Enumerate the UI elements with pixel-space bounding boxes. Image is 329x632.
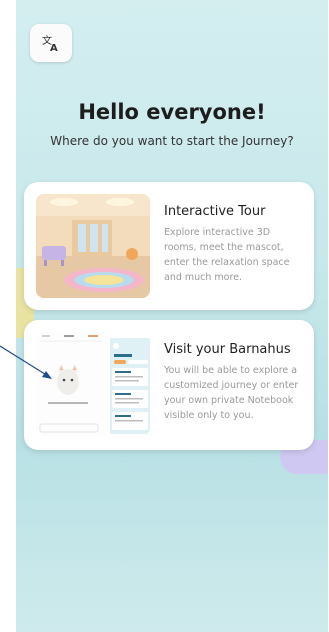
page-subtitle: Where do you want to start the Journey?	[50, 134, 294, 148]
language-button[interactable]: 文 A	[30, 24, 72, 62]
card-title: Visit your Barnahus	[164, 342, 291, 357]
interactive-tour-card[interactable]: Interactive Tour Explore interactive 3D …	[24, 182, 314, 310]
translate-icon: 文 A	[42, 34, 58, 53]
card-description: Explore interactive 3D rooms, meet the m…	[164, 227, 290, 283]
app-preview-thumbnail	[36, 332, 150, 436]
page-title: Hello everyone!	[78, 100, 266, 124]
svg-text:A: A	[50, 43, 58, 53]
card-title: Interactive Tour	[164, 204, 266, 219]
room-thumbnail	[36, 194, 150, 298]
card-description: You will be able to explore a customized…	[164, 365, 299, 421]
app-screen: 文 A Hello everyone! Where do you want to…	[16, 0, 328, 632]
visit-barnahus-card[interactable]: Visit your Barnahus You will be able to …	[24, 320, 314, 450]
